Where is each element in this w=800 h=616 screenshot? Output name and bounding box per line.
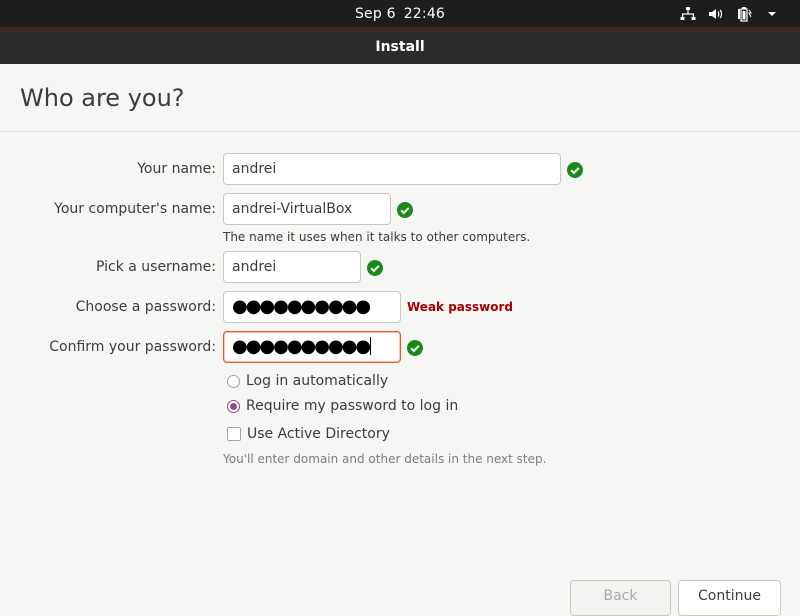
continue-button[interactable]: Continue — [678, 580, 781, 616]
clock-time: 22:46 — [403, 5, 446, 22]
window-title: Install — [375, 39, 425, 55]
login-automatically-label: Log in automatically — [246, 373, 389, 389]
password-input[interactable]: ●●●●●●●●●● — [223, 291, 401, 323]
computer-name-hint: The name it uses when it talks to other … — [223, 230, 531, 244]
login-automatically-radio[interactable] — [227, 374, 240, 388]
battery-icon[interactable] — [736, 6, 752, 22]
username-input[interactable]: andrei — [223, 251, 361, 283]
require-password-option[interactable]: Require my password to log in — [227, 398, 458, 414]
active-directory-option[interactable]: Use Active Directory — [227, 426, 390, 442]
login-automatically-option[interactable]: Log in automatically — [227, 373, 388, 389]
confirm-password-dots: ●●●●●●●●●● — [232, 336, 371, 357]
require-password-radio[interactable] — [227, 399, 240, 413]
active-directory-checkbox[interactable] — [227, 427, 241, 441]
volume-icon[interactable] — [708, 6, 724, 22]
name-input[interactable]: andrei — [223, 153, 561, 185]
name-label: Your name: — [137, 161, 216, 177]
back-button[interactable]: Back — [570, 580, 671, 616]
window-title-bar: Install — [0, 27, 800, 64]
system-tray[interactable] — [668, 0, 780, 27]
computer-name-valid-check-icon — [397, 202, 413, 218]
page-title: Who are you? — [20, 84, 185, 112]
password-label: Choose a password: — [75, 299, 216, 315]
password-dots: ●●●●●●●●●● — [232, 296, 371, 317]
network-icon[interactable] — [680, 6, 696, 22]
clock-date: Sep 6 — [354, 5, 396, 22]
text-caret — [370, 337, 372, 355]
confirm-password-valid-check-icon — [407, 340, 423, 356]
require-password-label: Require my password to log in — [246, 398, 459, 414]
active-directory-hint: You'll enter domain and other details in… — [223, 452, 547, 466]
heading-divider — [0, 131, 800, 132]
confirm-password-label: Confirm your password: — [49, 339, 216, 355]
system-top-bar: Sep 6 22:46 — [0, 0, 800, 27]
confirm-password-input[interactable]: ●●●●●●●●●● — [223, 331, 401, 363]
menu-arrow-icon[interactable] — [764, 6, 780, 22]
username-label: Pick a username: — [95, 259, 216, 275]
username-valid-check-icon — [367, 260, 383, 276]
computer-name-label: Your computer's name: — [54, 201, 216, 217]
active-directory-label: Use Active Directory — [247, 426, 390, 442]
password-strength: Weak password — [407, 300, 514, 314]
name-valid-check-icon — [567, 162, 583, 178]
computer-name-input[interactable]: andrei-VirtualBox — [223, 193, 391, 225]
